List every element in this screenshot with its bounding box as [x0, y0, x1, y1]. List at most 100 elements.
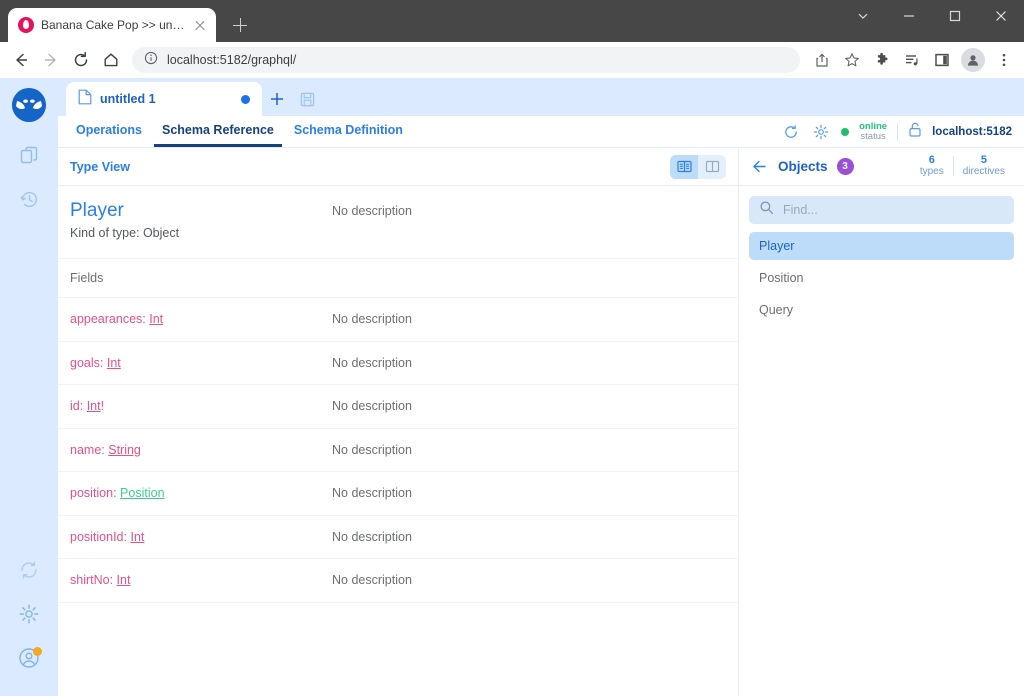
account-notification-badge [33, 647, 42, 656]
field-description: No description [332, 312, 412, 327]
tab-schema-reference[interactable]: Schema Reference [154, 116, 282, 147]
list-item[interactable]: Query [749, 296, 1014, 324]
divider [897, 122, 899, 141]
table-row: positionId: Int No description [58, 516, 738, 559]
status-online-text: online [859, 120, 888, 132]
field-signature: goals: Int [70, 355, 121, 370]
maximize-icon[interactable] [932, 0, 978, 32]
list-item[interactable]: Player [749, 232, 1014, 260]
sidebar-item-history[interactable] [9, 182, 49, 222]
field-signature: position: Position [70, 486, 165, 501]
subtab-group: Operations Schema Reference Schema Defin… [58, 116, 411, 147]
connection-settings-icon[interactable] [811, 122, 831, 142]
sidebar-item-account[interactable] [9, 640, 49, 680]
panes: Type View Player Kind of type: Object No… [58, 148, 1024, 696]
minimize-icon[interactable] [886, 0, 932, 32]
back-arrow-icon[interactable] [749, 157, 769, 177]
schema-explorer-header: Objects 3 6 types 5 directives [739, 148, 1024, 186]
home-icon[interactable] [96, 45, 126, 75]
window-close-icon[interactable] [978, 0, 1024, 32]
banana-cake-pop-logo[interactable] [12, 88, 46, 122]
documents-icon [19, 145, 40, 171]
field-signature: appearances: Int [70, 312, 164, 327]
field-signature: name: String [70, 442, 141, 457]
chevron-down-icon[interactable] [840, 0, 886, 32]
schema-explorer-title: Objects [778, 159, 828, 174]
type-name: Player [70, 200, 124, 221]
field-type-link[interactable]: String [108, 443, 141, 457]
back-arrow-icon[interactable] [6, 45, 36, 75]
side-panel-icon[interactable] [928, 46, 956, 74]
table-row: goals: Int No description [58, 342, 738, 385]
browser-tab[interactable]: Banana Cake Pop >> untitled 1 [8, 8, 216, 42]
type-description: No description [332, 204, 412, 218]
sidebar-item-sync[interactable] [9, 552, 49, 592]
document-tab-title: untitled 1 [100, 92, 156, 106]
stat-directives[interactable]: 5 directives [954, 154, 1014, 178]
document-icon [78, 89, 92, 110]
chrome-menu-icon[interactable] [990, 46, 1018, 74]
window-controls [840, 0, 1024, 42]
field-signature: shirtNo: Int [70, 573, 131, 588]
field-type-link[interactable]: Int [87, 399, 101, 413]
field-signature: id: Int! [70, 399, 105, 414]
reading-list-icon[interactable] [898, 46, 926, 74]
sidebar-item-documents[interactable] [9, 138, 49, 178]
unlocked-padlock-icon [908, 122, 922, 142]
stat-types-label: types [919, 166, 944, 178]
browser-window: Banana Cake Pop >> untitled 1 [0, 0, 1024, 696]
field-type-link[interactable]: Position [120, 486, 164, 500]
view-mode-toggle [670, 154, 726, 179]
extensions-puzzle-icon[interactable] [868, 46, 896, 74]
field-description: No description [332, 486, 412, 501]
document-tab-untitled-1[interactable]: untitled 1 [66, 82, 262, 116]
info-circle-icon[interactable] [144, 51, 158, 70]
field-type-link[interactable]: Int [130, 530, 144, 544]
field-type-link[interactable]: Int [149, 312, 163, 326]
new-tab-button[interactable] [226, 11, 254, 39]
search-icon [759, 200, 774, 220]
status-indicator-dot [841, 127, 850, 136]
search-input[interactable]: Find... [749, 196, 1014, 224]
close-tab-icon[interactable] [192, 17, 208, 33]
list-item[interactable]: Position [749, 264, 1014, 292]
field-type-link[interactable]: Int [117, 573, 131, 587]
share-icon[interactable] [808, 46, 836, 74]
sync-refresh-icon [18, 559, 40, 586]
reference-book-icon[interactable] [670, 154, 698, 179]
status-badge: 3 [836, 158, 854, 175]
settings-gear-icon [18, 603, 40, 630]
split-columns-icon[interactable] [698, 155, 726, 179]
field-description: No description [332, 529, 412, 544]
page-title: Type View [70, 159, 130, 174]
sidebar-item-settings[interactable] [9, 596, 49, 636]
bookmark-star-icon[interactable] [838, 46, 866, 74]
connection-strip: online status localhost:5182 [781, 116, 1024, 147]
field-description: No description [332, 573, 412, 588]
field-description: No description [332, 355, 412, 370]
profile-avatar-icon[interactable] [961, 48, 985, 72]
left-rail [0, 78, 58, 696]
save-disk-icon[interactable] [292, 82, 322, 116]
type-view-pane: Type View Player Kind of type: Object No… [58, 148, 738, 696]
history-clock-icon [19, 189, 40, 215]
toolbar-icon-group [808, 46, 1018, 74]
field-description: No description [332, 442, 412, 457]
type-kind: Kind of type: Object [70, 226, 180, 240]
field-signature: positionId: Int [70, 529, 145, 544]
tab-schema-definition[interactable]: Schema Definition [286, 116, 411, 147]
forward-arrow-icon[interactable] [36, 45, 66, 75]
unsaved-dot [241, 94, 250, 104]
stat-types[interactable]: 6 types [911, 154, 953, 178]
table-row: id: Int! No description [58, 385, 738, 429]
new-document-icon[interactable] [262, 82, 292, 116]
field-type-link[interactable]: Int [107, 356, 121, 370]
banana-cake-pop-favicon [18, 17, 34, 33]
fields-list: appearances: Int No description goals: I… [58, 298, 738, 603]
tab-operations[interactable]: Operations [68, 116, 150, 147]
address-bar[interactable]: localhost:5182/graphql/ [132, 47, 800, 73]
reload-icon[interactable] [66, 45, 96, 75]
refresh-schema-icon[interactable] [781, 122, 801, 142]
table-row: appearances: Int No description [58, 298, 738, 342]
app-root: untitled 1 Operations Schema Reference S… [0, 78, 1024, 696]
